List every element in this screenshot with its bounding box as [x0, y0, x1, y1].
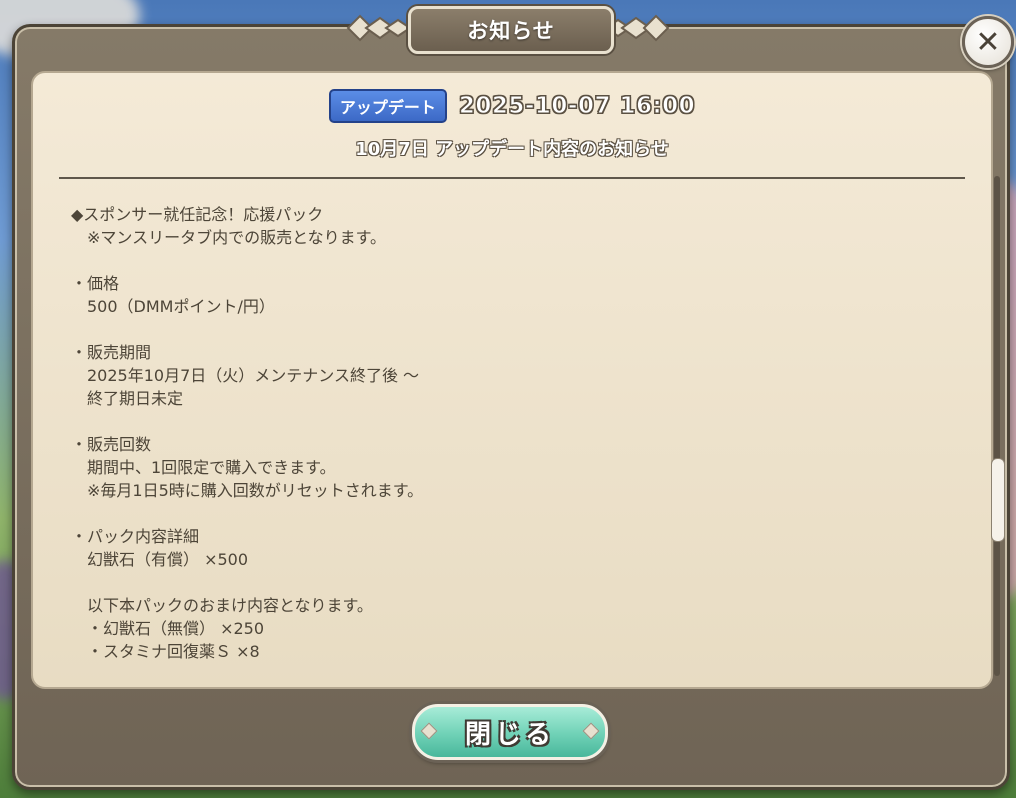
notice-panel: アップデート 2025-10-07 16:00 10月7日 アップデート内容のお… — [31, 71, 993, 689]
close-icon: ✕ — [975, 24, 1001, 60]
notice-line: ・販売期間 — [71, 343, 152, 362]
close-dialog-button[interactable]: 閉じる — [412, 704, 608, 760]
notice-line: ・価格 — [71, 274, 120, 293]
close-dialog-label: 閉じる — [464, 719, 555, 750]
left-ornament-icon — [346, 14, 410, 42]
button-right-deco-icon — [582, 722, 600, 740]
notice-line: ・販売回数 — [71, 435, 152, 454]
notice-line: 終了期日未定 — [71, 389, 184, 408]
notice-line: ・スタミナ回復薬Ｓ ×8 — [71, 642, 260, 661]
notice-line: ◆スポンサー就任記念！応援パック — [71, 205, 324, 224]
notice-datetime: 2025-10-07 16:00 — [458, 93, 696, 120]
notice-line: ※マンスリータブ内での販売となります。 — [71, 228, 387, 247]
right-ornament-icon — [606, 14, 670, 42]
notice-line: ・パック内容詳細 — [71, 527, 200, 546]
notice-line: 以下本パックのおまけ内容となります。 — [71, 596, 373, 615]
notice-header: アップデート 2025-10-07 16:00 — [33, 89, 991, 123]
button-left-deco-icon — [420, 722, 438, 740]
notice-body[interactable]: ◆スポンサー就任記念！応援パック ※マンスリータブ内での販売となります。 ・価格 … — [71, 203, 951, 663]
notice-window: アップデート 2025-10-07 16:00 10月7日 アップデート内容のお… — [12, 24, 1010, 790]
update-badge: アップデート — [328, 89, 447, 123]
notice-line: ※毎月1日5時に購入回数がリセットされます。 — [71, 481, 424, 500]
header-divider — [59, 177, 965, 179]
notice-subtitle: 10月7日 アップデート内容のお知らせ — [355, 139, 669, 160]
scrollbar-track[interactable] — [994, 176, 1000, 676]
notice-line: ・幻獣石（無償） ×250 — [71, 619, 265, 638]
notice-line: 2025年10月7日（火）メンテナンス終了後 ～ — [71, 366, 420, 385]
notice-line: 幻獣石（有償） ×500 — [71, 550, 249, 569]
close-button[interactable]: ✕ — [962, 16, 1014, 68]
notice-line: 期間中、1回限定で購入できます。 — [71, 458, 336, 477]
window-title: お知らせ — [408, 6, 614, 54]
scrollbar-thumb[interactable] — [991, 458, 1005, 542]
notice-line: 500（DMMポイント/円） — [71, 297, 275, 316]
